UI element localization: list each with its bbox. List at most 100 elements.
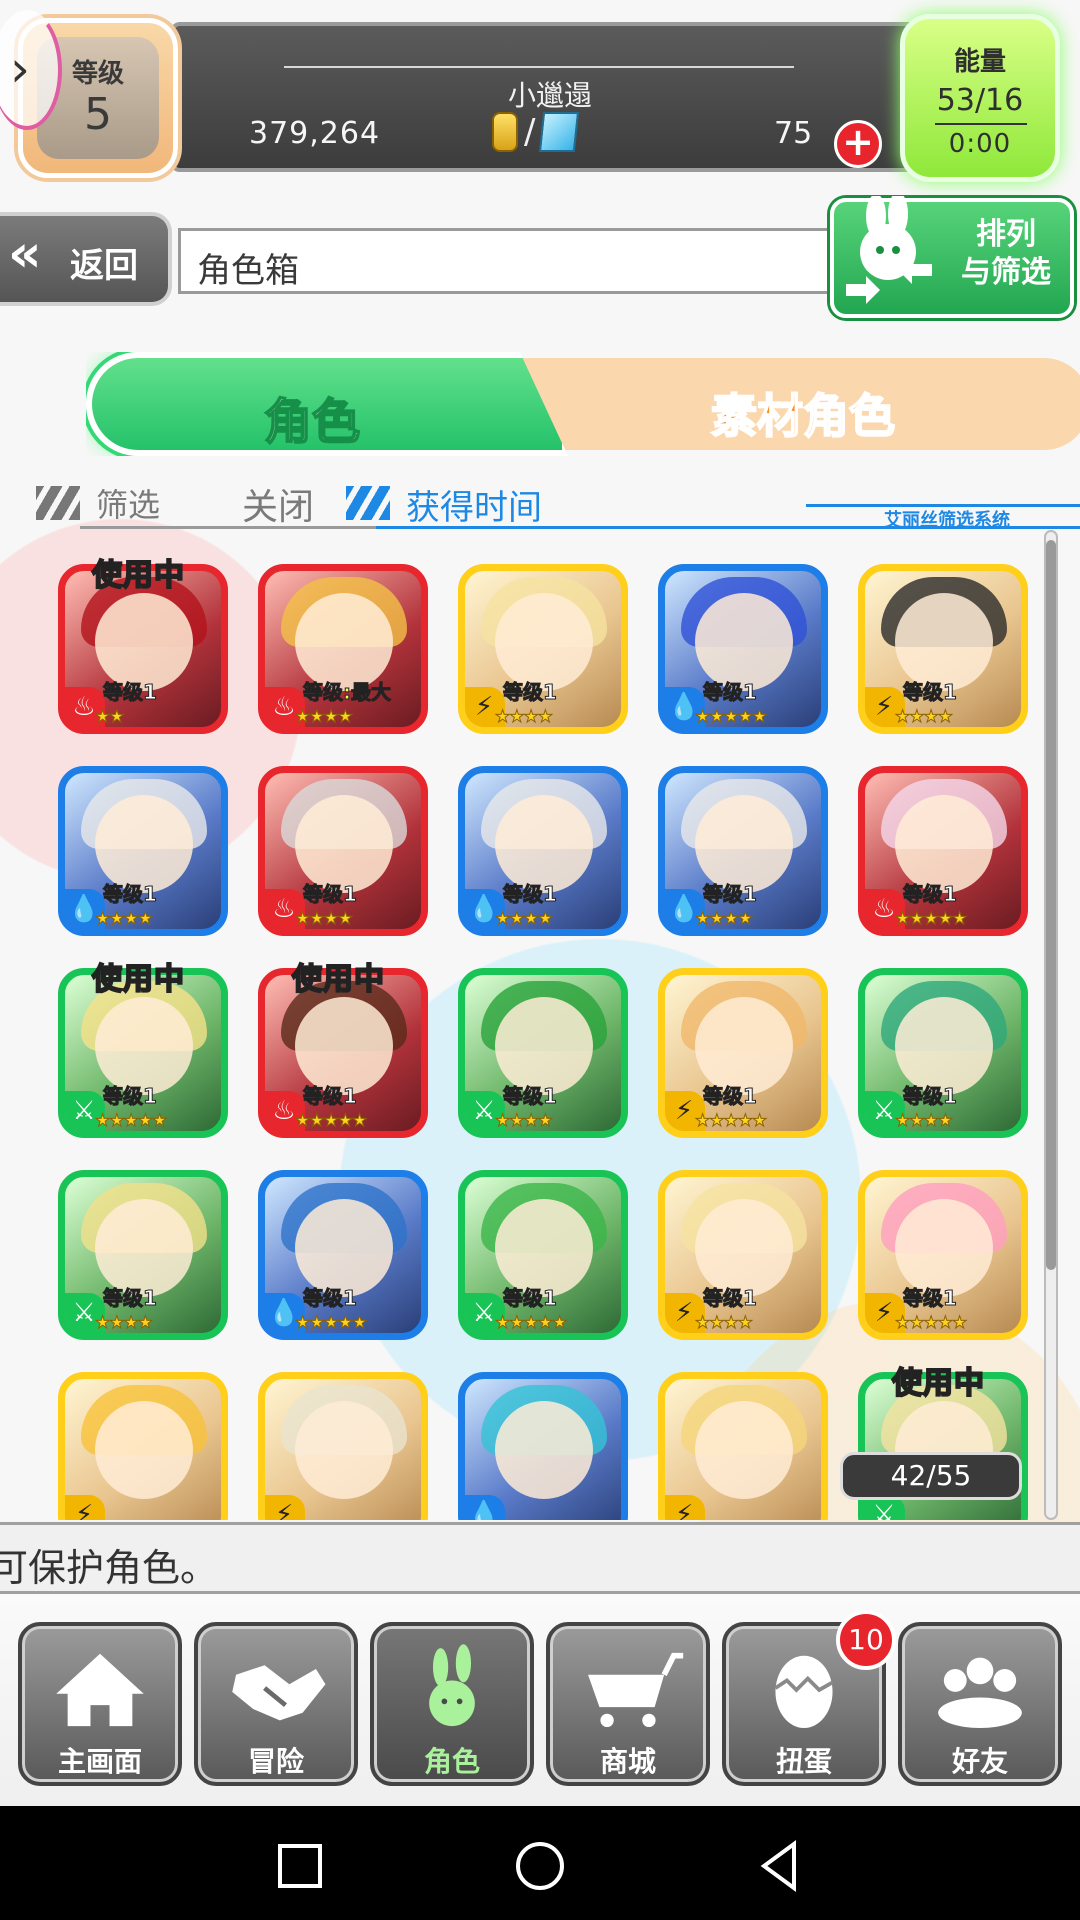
character-level: 等级1 xyxy=(903,1084,958,1109)
energy-timer: 0:00 xyxy=(948,129,1012,159)
thunder-element-icon: ⚡ xyxy=(65,1495,105,1520)
top-status-bar: 小邋遢 379,264 / 75 + 等级 5 › 能量 53/16 0:00 xyxy=(0,0,1080,190)
in-use-label: 使用中 xyxy=(291,961,385,998)
nav-friends-button[interactable]: 好友 xyxy=(898,1622,1062,1786)
character-level: 等级1 xyxy=(503,882,558,907)
character-card[interactable]: ⚡ xyxy=(658,1372,828,1520)
water-element-icon: 💧 xyxy=(465,1495,505,1520)
box-tabs: 素材角色 角色 xyxy=(86,352,1080,456)
nav-gacha-button[interactable]: 扭蛋 10 xyxy=(722,1610,896,1786)
nav-home-button[interactable]: 主画面 xyxy=(18,1622,182,1786)
home-circle-icon[interactable] xyxy=(510,1836,570,1896)
gold-stone-icon xyxy=(492,112,518,152)
hint-bar: 可保护角色。 xyxy=(0,1522,1080,1594)
character-card[interactable]: 💧 xyxy=(458,1372,628,1520)
rarity-stars: ★★★★ xyxy=(895,1111,954,1132)
filter-underline xyxy=(80,526,392,529)
chevron-right-icon[interactable]: › xyxy=(10,40,30,98)
thunder-element-icon: ⚡ xyxy=(665,1495,705,1520)
character-card[interactable]: ♨ 等级1 ★★★★★ xyxy=(858,766,1028,936)
rarity-stars: ★★★★ xyxy=(295,707,354,728)
rarity-stars: ★★★★ xyxy=(495,909,554,930)
filter-sort-row: 筛选 关闭 获得时间 艾丽丝筛选系统 xyxy=(36,476,1080,532)
energy-value: 53/16 xyxy=(936,83,1024,118)
alice-filter-system-label[interactable]: 艾丽丝筛选系统 xyxy=(884,506,1010,532)
character-card[interactable]: ⚡ 等级1 ★★★★ xyxy=(858,564,1028,734)
rarity-stars: ★★★★★ xyxy=(294,1313,367,1334)
in-use-label: 使用中 xyxy=(91,961,185,998)
character-card[interactable]: 💧 等级1 ★★★★★ xyxy=(658,564,828,734)
gem-icon xyxy=(539,112,580,152)
rarity-stars: ★★★★★ xyxy=(94,1111,167,1132)
stripe-decoration xyxy=(36,486,80,520)
nav-characters-button[interactable]: 角色 xyxy=(370,1622,534,1786)
character-card[interactable]: ⚡ 等级1 ★★★★ xyxy=(458,564,628,734)
tab-label: 素材角色 xyxy=(710,388,896,444)
rarity-stars: ★★★★★ xyxy=(294,1111,367,1132)
character-level: 等级1 xyxy=(103,1286,158,1311)
energy-box[interactable]: 能量 53/16 0:00 xyxy=(900,14,1060,182)
character-card[interactable]: ♨ 等级:最大 ★★★★ xyxy=(258,564,428,734)
cart-icon xyxy=(588,1652,684,1728)
rarity-stars: ★★★★ xyxy=(695,909,754,930)
character-level: 等级1 xyxy=(103,882,158,907)
character-level: 等级:最大 xyxy=(303,680,392,705)
character-card[interactable]: 💧 等级1 ★★★★ xyxy=(658,766,828,936)
character-level: 等级1 xyxy=(103,1084,158,1109)
scrollbar-thumb[interactable] xyxy=(1046,540,1056,1270)
character-level: 等级1 xyxy=(303,1286,358,1311)
nav-shop-button[interactable]: 商城 xyxy=(546,1622,710,1786)
coin-count: 379,264 xyxy=(249,116,381,151)
character-card[interactable]: ⚔ 等级1 ★★★★ xyxy=(858,968,1028,1138)
character-card[interactable]: ⚡ xyxy=(258,1372,428,1520)
box-capacity-counter: 42/55 xyxy=(840,1452,1022,1500)
character-card[interactable]: 💧 等级1 ★★★★ xyxy=(458,766,628,936)
character-level: 等级1 xyxy=(503,680,558,705)
nav-label: 好友 xyxy=(951,1745,1008,1778)
character-card[interactable]: ⚡ 等级1 ★★★★ xyxy=(658,1170,828,1340)
tab-label: 角色 xyxy=(263,393,361,451)
character-level: 等级1 xyxy=(103,680,158,705)
bottom-nav: 主画面 冒险 角色 商城 扭蛋 10 好友 xyxy=(0,1594,1080,1806)
character-card[interactable]: ⚔ 等级1 ★★★★ xyxy=(58,1170,228,1340)
character-card[interactable]: 💧 等级1 ★★★★ xyxy=(58,766,228,936)
add-gems-button[interactable]: + xyxy=(834,120,882,168)
character-card[interactable]: ⚡ 等级1 ★★★★★ xyxy=(858,1170,1028,1340)
filter-toggle-label[interactable]: 筛选 xyxy=(96,480,160,526)
back-button[interactable]: « 返回 xyxy=(0,212,172,306)
rarity-stars: ★★★★ xyxy=(495,1111,554,1132)
rarity-stars: ★★★★★ xyxy=(894,909,967,930)
rarity-stars: ★★★★ xyxy=(495,707,554,728)
character-card[interactable]: 💧 等级1 ★★★★★ xyxy=(258,1170,428,1340)
stripe-decoration xyxy=(346,486,390,520)
filter-state[interactable]: 关闭 xyxy=(242,478,314,530)
character-card[interactable]: ⚔ 等级1 ★★★★ xyxy=(458,968,628,1138)
character-level: 等级1 xyxy=(503,1286,558,1311)
handshake-icon xyxy=(232,1665,326,1721)
character-card[interactable]: ♨ 等级1 ★★★★ xyxy=(258,766,428,936)
character-level: 等级1 xyxy=(703,1084,758,1109)
character-card[interactable]: ⚡ xyxy=(58,1372,228,1520)
sort-order-button[interactable]: 获得时间 xyxy=(406,480,542,529)
currency-icons: / xyxy=(492,112,580,152)
rabbit-icon xyxy=(429,1644,475,1727)
tab-characters[interactable]: 角色 xyxy=(86,352,568,456)
rarity-stars: ★★★★★ xyxy=(694,1111,767,1132)
recent-apps-icon[interactable] xyxy=(270,1836,330,1896)
character-card[interactable]: ⚔ 等级1 ★★★★★ xyxy=(458,1170,628,1340)
in-use-label: 使用中 xyxy=(891,1365,985,1402)
nav-label: 冒险 xyxy=(247,1745,304,1778)
character-level: 等级1 xyxy=(903,882,958,907)
friends-icon xyxy=(938,1657,1022,1728)
character-level: 等级1 xyxy=(703,680,758,705)
character-level: 等级1 xyxy=(903,1286,958,1311)
nav-adventure-button[interactable]: 冒险 xyxy=(194,1622,358,1786)
back-triangle-icon[interactable] xyxy=(750,1836,810,1896)
character-level: 等级1 xyxy=(303,1084,358,1109)
page-title-bar: 角色箱 xyxy=(178,228,868,294)
tab-material-characters[interactable]: 素材角色 xyxy=(516,358,1080,450)
nav-label: 商城 xyxy=(599,1745,656,1778)
sort-filter-button[interactable]: 排列 与筛选 xyxy=(830,196,1074,318)
character-card[interactable]: ⚡ 等级1 ★★★★★ xyxy=(658,968,828,1138)
character-level: 等级1 xyxy=(703,882,758,907)
